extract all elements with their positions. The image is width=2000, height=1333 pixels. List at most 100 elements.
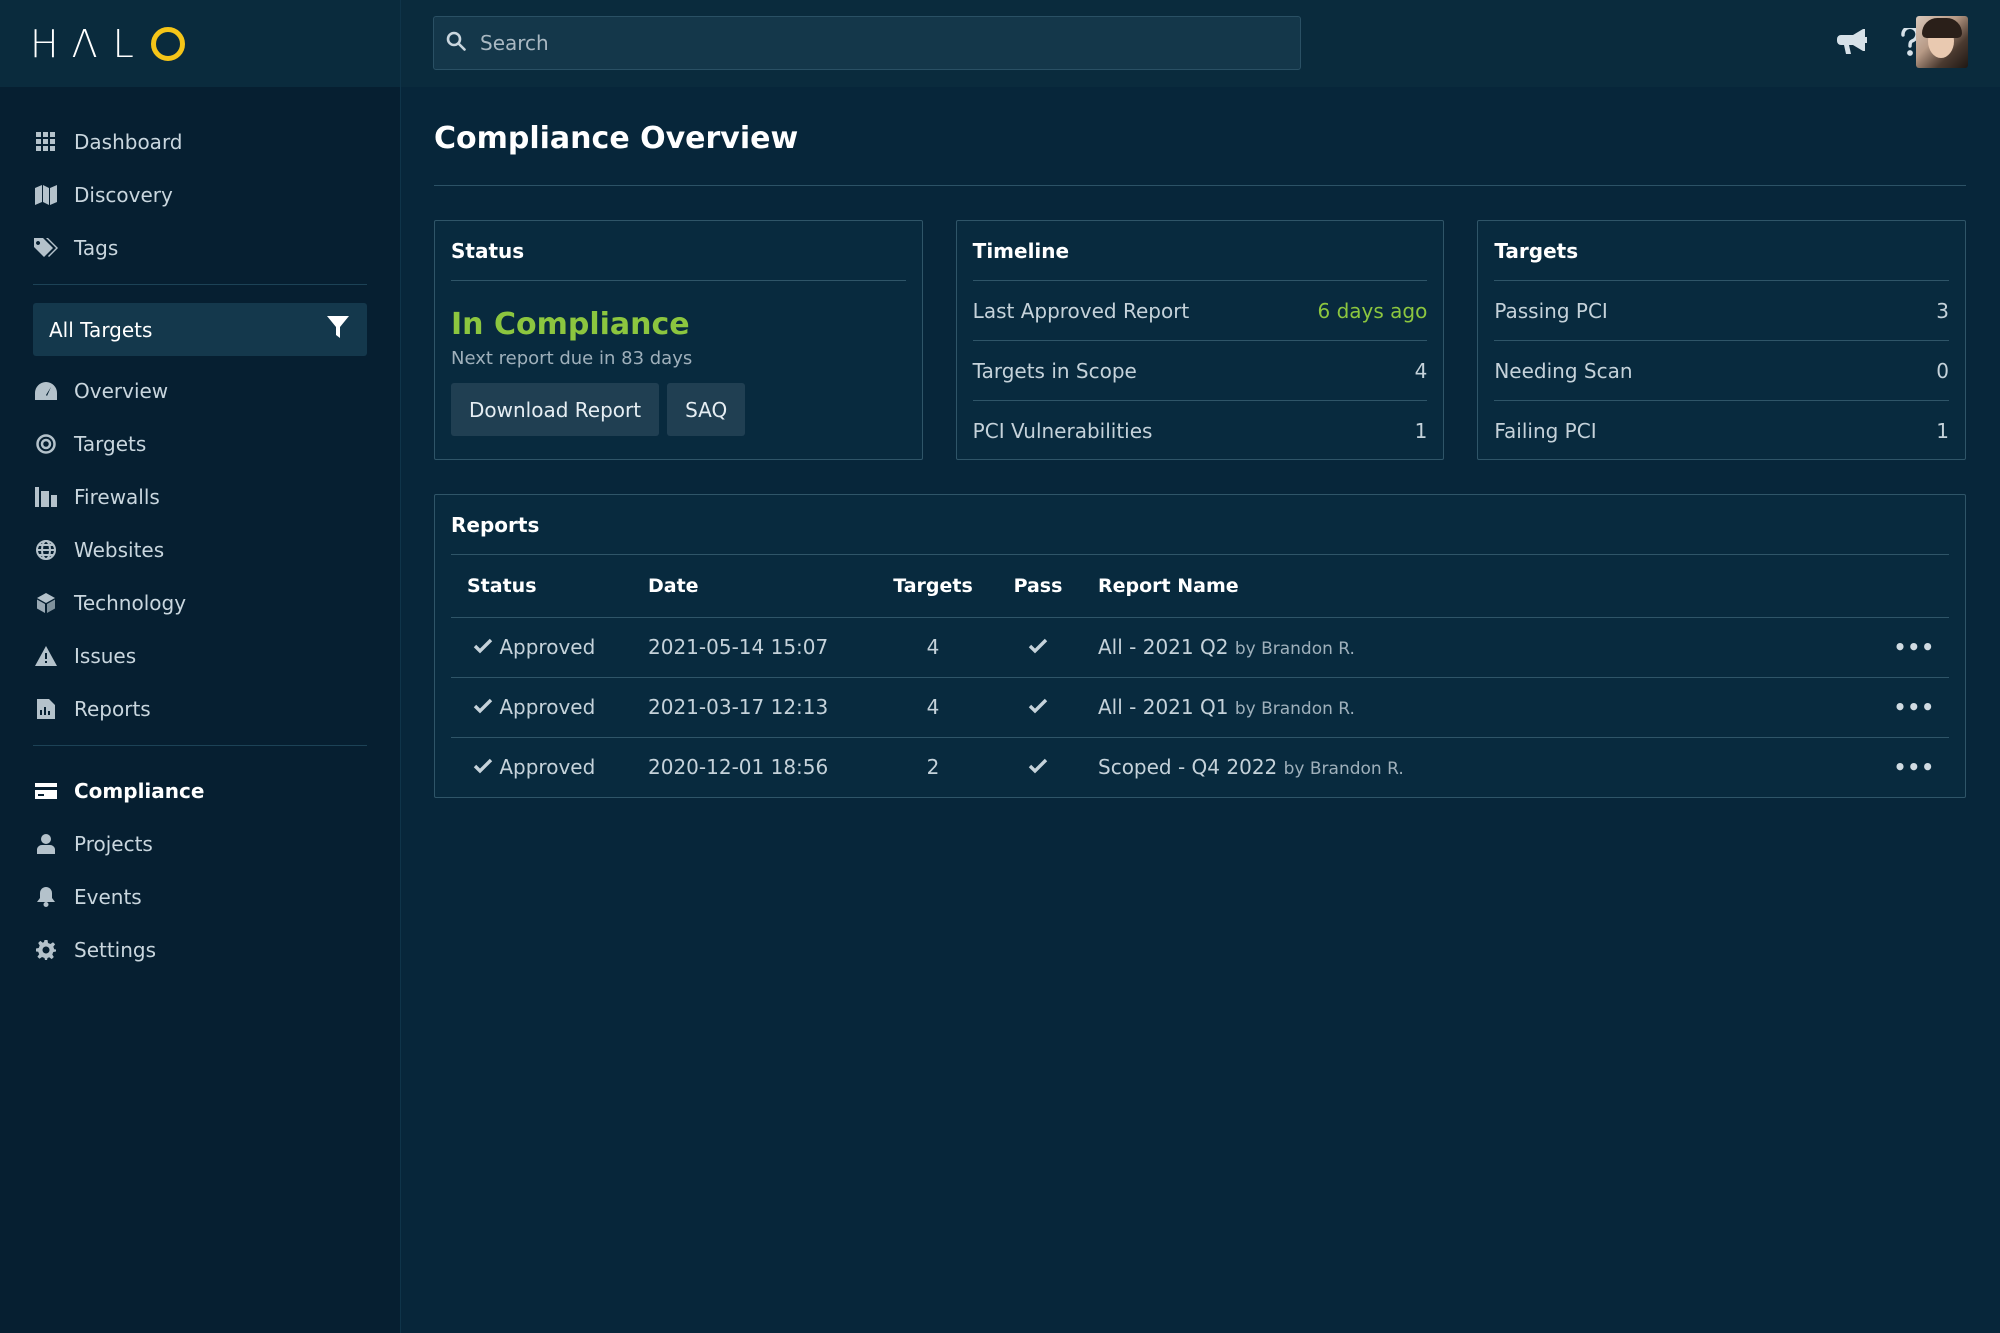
pass-cell <box>996 616 1080 677</box>
row-value: 6 days ago <box>1317 298 1428 323</box>
report-name-cell: All - 2021 Q1 by Brandon R. <box>1080 676 1869 737</box>
table-row[interactable]: Approved 2021-03-17 12:13 4 All - 2021 Q… <box>451 676 1949 737</box>
avatar[interactable] <box>1916 16 1968 68</box>
sidebar-divider <box>33 284 367 285</box>
column-header-status[interactable]: Status <box>451 555 648 617</box>
sidebar-item-overview[interactable]: Overview <box>0 364 400 417</box>
table-row[interactable]: Approved 2021-05-14 15:07 4 All - 2021 Q… <box>451 616 1949 677</box>
sidebar-item-label: Firewalls <box>74 484 160 509</box>
more-options-icon[interactable]: ••• <box>1869 676 1949 737</box>
row-value: 1 <box>1936 419 1950 443</box>
sidebar-item-label: Reports <box>74 696 151 721</box>
targets-row: Passing PCI 3 <box>1494 281 1950 341</box>
saq-button[interactable]: SAQ <box>667 383 746 436</box>
all-targets-filter[interactable]: All Targets <box>33 303 367 356</box>
halo-logo[interactable]: HΛL <box>30 22 185 66</box>
check-icon <box>473 695 493 719</box>
download-report-button[interactable]: Download Report <box>451 383 660 436</box>
targets-row: Needing Scan 0 <box>1494 341 1950 401</box>
sidebar-item-label: Targets <box>74 431 147 456</box>
map-icon <box>34 183 58 207</box>
status-cell: Approved <box>451 676 648 737</box>
check-icon <box>1028 755 1048 779</box>
title-divider <box>434 185 1966 186</box>
status-text: Approved <box>499 635 596 659</box>
sidebar-item-technology[interactable]: Technology <box>0 576 400 629</box>
report-author: by Brandon R. <box>1283 759 1404 780</box>
column-header-targets[interactable]: Targets <box>870 555 996 617</box>
row-label: Failing PCI <box>1494 419 1597 443</box>
targets-cell: 2 <box>870 736 996 797</box>
report-name-cell: All - 2021 Q2 by Brandon R. <box>1080 616 1869 677</box>
more-options-icon[interactable]: ••• <box>1869 736 1949 797</box>
report-name[interactable]: All - 2021 Q2 <box>1098 635 1228 659</box>
sidebar-item-projects[interactable]: Projects <box>0 817 400 870</box>
row-label: PCI Vulnerabilities <box>972 419 1153 443</box>
row-label: Targets in Scope <box>972 358 1137 383</box>
report-author: by Brandon R. <box>1234 699 1355 719</box>
column-header-report-name[interactable]: Report Name <box>1080 555 1869 617</box>
sidebar-item-discovery[interactable]: Discovery <box>0 168 400 221</box>
report-name-cell: Scoped - Q4 2022 by Brandon R. <box>1080 736 1869 797</box>
timeline-row: Targets in Scope 4 <box>972 341 1428 401</box>
table-row[interactable]: Approved 2020-12-01 18:56 2 Scoped - Q4 … <box>451 736 1949 797</box>
check-icon <box>1028 695 1048 719</box>
user-icon <box>34 832 58 856</box>
date-cell: 2021-03-17 12:13 <box>648 676 870 737</box>
pass-cell <box>996 736 1080 797</box>
credit-card-icon <box>34 779 58 803</box>
search-icon <box>446 31 466 55</box>
card-title: Status <box>451 221 906 281</box>
target-icon <box>34 432 58 456</box>
reports-table: Status Date Targets Pass Report Name App… <box>451 555 1949 797</box>
sidebar-item-label: Projects <box>74 831 153 856</box>
top-bar <box>401 0 2000 87</box>
tags-icon <box>34 236 58 260</box>
report-author: by Brandon R. <box>1234 639 1355 659</box>
sidebar-item-tags[interactable]: Tags <box>0 221 400 274</box>
reports-title: Reports <box>451 495 1949 555</box>
status-actions: Download Report SAQ <box>451 383 906 436</box>
sidebar-item-firewalls[interactable]: Firewalls <box>0 470 400 523</box>
check-icon <box>473 635 493 659</box>
cube-icon <box>34 591 58 615</box>
megaphone-icon[interactable] <box>1832 22 1872 62</box>
date-cell: 2021-05-14 15:07 <box>648 616 870 677</box>
row-value: 4 <box>1414 358 1428 383</box>
sidebar-item-dashboard[interactable]: Dashboard <box>0 115 400 168</box>
report-name[interactable]: All - 2021 Q1 <box>1098 695 1228 719</box>
row-value: 1 <box>1414 419 1428 443</box>
search-input[interactable] <box>480 31 1280 55</box>
sidebar-item-compliance[interactable]: Compliance <box>0 764 400 817</box>
targets-card: Targets Passing PCI 3 Needing Scan 0 Fai… <box>1477 220 1967 460</box>
sidebar-item-label: Compliance <box>74 778 205 803</box>
sidebar-item-events[interactable]: Events <box>0 870 400 923</box>
date-cell: 2020-12-01 18:56 <box>648 736 870 797</box>
sidebar-item-websites[interactable]: Websites <box>0 523 400 576</box>
sidebar-item-label: Technology <box>74 590 187 615</box>
status-cell: Approved <box>451 616 648 677</box>
sidebar: HΛL Dashboard Discovery Tags All Targets <box>0 0 401 1333</box>
sidebar-item-issues[interactable]: Issues <box>0 629 400 682</box>
sidebar-nav: Dashboard Discovery Tags All Targets Ove… <box>0 87 400 976</box>
card-title: Targets <box>1494 221 1950 281</box>
sidebar-item-targets[interactable]: Targets <box>0 417 400 470</box>
column-header-pass[interactable]: Pass <box>996 555 1080 617</box>
row-value: 0 <box>1936 358 1950 383</box>
search-box[interactable] <box>433 16 1301 70</box>
timeline-card: Timeline Last Approved Report 6 days ago… <box>955 220 1445 461</box>
column-header-date[interactable]: Date <box>648 555 870 617</box>
sidebar-item-label: Discovery <box>74 182 173 207</box>
sidebar-item-reports[interactable]: Reports <box>0 682 400 735</box>
grid-icon <box>34 130 58 154</box>
row-label: Passing PCI <box>1494 298 1608 323</box>
more-options-icon[interactable]: ••• <box>1869 616 1949 677</box>
summary-cards: Status In Compliance Next report due in … <box>434 220 1967 461</box>
report-name[interactable]: Scoped - Q4 2022 <box>1098 755 1277 779</box>
check-icon <box>1028 635 1048 659</box>
filter-icon <box>327 316 349 343</box>
sidebar-item-settings[interactable]: Settings <box>0 923 400 976</box>
timeline-row: PCI Vulnerabilities 1 <box>973 401 1428 461</box>
gear-icon <box>34 938 58 962</box>
targets-cell: 4 <box>870 616 996 677</box>
